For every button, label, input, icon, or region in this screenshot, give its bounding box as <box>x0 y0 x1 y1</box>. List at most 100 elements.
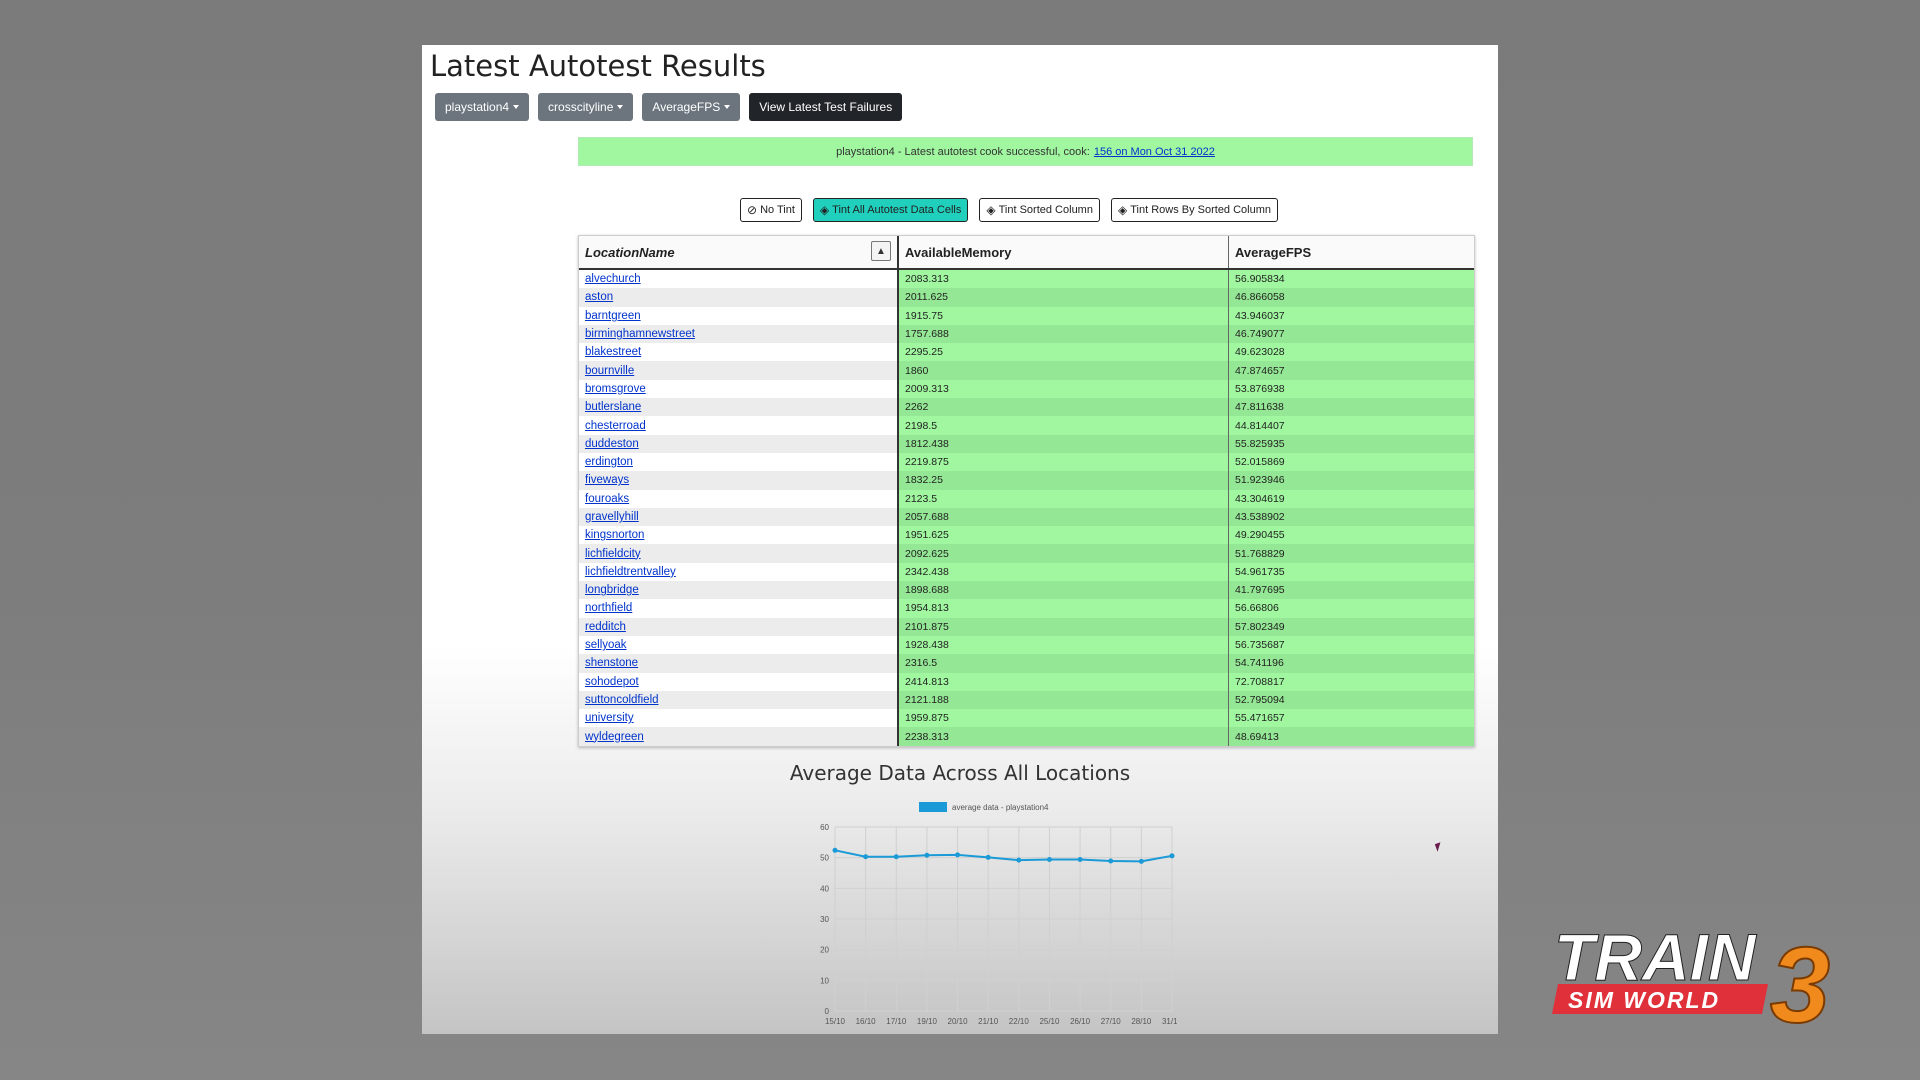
toolbar: playstation4 crosscityline AverageFPS Vi… <box>435 93 903 121</box>
tint-sorted-button[interactable]: ◈ Tint Sorted Column <box>979 198 1100 222</box>
tint-all-button[interactable]: ◈ Tint All Autotest Data Cells <box>812 198 969 222</box>
location-link[interactable]: bromsgrove <box>585 383 646 395</box>
legend-label: average data - playstation4 <box>952 803 1049 812</box>
x-tick-label: 27/10 <box>1101 1017 1122 1026</box>
location-cell: wyldegreen <box>579 727 899 746</box>
fps-cell: 54.741196 <box>1229 654 1474 673</box>
location-link[interactable]: barntgreen <box>585 310 641 322</box>
column-header-locationname[interactable]: LocationName ▲ <box>579 236 899 268</box>
location-link[interactable]: wyldegreen <box>585 731 644 743</box>
data-point <box>1046 857 1052 863</box>
column-header-availablememory[interactable]: AvailableMemory <box>899 236 1229 268</box>
sort-ascending-icon[interactable]: ▲ <box>871 241 891 261</box>
location-link[interactable]: sellyoak <box>585 639 627 651</box>
table-row: suttoncoldfield 2121.188 52.795094 <box>579 690 1474 710</box>
location-link[interactable]: alvechurch <box>585 273 641 285</box>
location-link[interactable]: fouroaks <box>585 493 629 505</box>
caret-down-icon <box>513 105 520 109</box>
location-cell: bournville <box>579 361 899 380</box>
table-header: LocationName ▲ AvailableMemory AverageFP… <box>579 236 1474 270</box>
location-cell: fiveways <box>579 471 899 490</box>
location-cell: sohodepot <box>579 672 899 691</box>
y-tick-label: 30 <box>820 915 829 924</box>
no-tint-button[interactable]: ⊘ No Tint <box>740 198 802 222</box>
location-link[interactable]: duddeston <box>585 438 639 450</box>
fps-cell: 47.874657 <box>1229 361 1474 380</box>
fps-cell: 43.304619 <box>1229 489 1474 508</box>
location-link[interactable]: butlerslane <box>585 401 641 413</box>
location-link[interactable]: fiveways <box>585 474 629 486</box>
location-link[interactable]: birminghamnewstreet <box>585 328 695 340</box>
fps-cell: 57.802349 <box>1229 617 1474 636</box>
location-link[interactable]: suttoncoldfield <box>585 694 659 706</box>
fps-cell: 43.538902 <box>1229 507 1474 527</box>
location-link[interactable]: redditch <box>585 621 626 633</box>
x-tick-label: 19/10 <box>917 1017 938 1026</box>
table-row: blakestreet 2295.25 49.623028 <box>579 343 1474 362</box>
y-tick-label: 60 <box>820 823 829 832</box>
route-dropdown[interactable]: crosscityline <box>538 93 634 121</box>
caret-down-icon <box>724 105 731 109</box>
table-row: fouroaks 2123.5 43.304619 <box>579 489 1474 508</box>
location-link[interactable]: aston <box>585 291 613 303</box>
chart-title: Average Data Across All Locations <box>789 761 1131 785</box>
location-link[interactable]: blakestreet <box>585 346 641 358</box>
cook-link[interactable]: 156 on Mon Oct 31 2022 <box>1094 146 1215 158</box>
route-label: crosscityline <box>548 100 614 114</box>
table-row: longbridge 1898.688 41.797695 <box>579 581 1474 600</box>
location-cell: barntgreen <box>579 306 899 325</box>
location-link[interactable]: kingsnorton <box>585 529 644 541</box>
fps-cell: 72.708817 <box>1229 672 1474 691</box>
metric-label: AverageFPS <box>652 100 721 114</box>
tint-rows-button[interactable]: ◈ Tint Rows By Sorted Column <box>1110 198 1279 222</box>
tint-rows-label: Tint Rows By Sorted Column <box>1130 204 1272 216</box>
table-row: bournville 1860 47.874657 <box>579 361 1474 380</box>
x-tick-label: 28/10 <box>1131 1017 1152 1026</box>
status-banner: playstation4 - Latest autotest cook succ… <box>578 137 1473 166</box>
location-link[interactable]: lichfieldcity <box>585 548 641 560</box>
y-tick-label: 20 <box>820 946 829 955</box>
svg-text:TRAIN: TRAIN <box>1554 922 1757 994</box>
platform-label: playstation4 <box>445 100 510 114</box>
memory-cell: 1757.688 <box>899 324 1229 344</box>
location-link[interactable]: longbridge <box>585 584 639 596</box>
metric-dropdown[interactable]: AverageFPS <box>642 93 741 121</box>
location-link[interactable]: university <box>585 712 634 724</box>
memory-cell: 2011.625 <box>899 288 1229 307</box>
memory-cell: 2262 <box>899 398 1229 417</box>
svg-text:SIM WORLD: SIM WORLD <box>1568 987 1720 1013</box>
platform-dropdown[interactable]: playstation4 <box>435 93 530 121</box>
data-point <box>1016 857 1022 863</box>
table-row: lichfieldcity 2092.625 51.768829 <box>579 544 1474 563</box>
memory-cell: 2092.625 <box>899 544 1229 563</box>
view-failures-button[interactable]: View Latest Test Failures <box>749 93 903 121</box>
fps-cell: 52.795094 <box>1229 690 1474 710</box>
column-header-averagefps[interactable]: AverageFPS <box>1229 236 1474 268</box>
location-link[interactable]: shenstone <box>585 657 638 669</box>
fps-cell: 47.811638 <box>1229 398 1474 417</box>
data-point <box>832 847 838 853</box>
memory-cell: 2414.813 <box>899 672 1229 691</box>
memory-cell: 2101.875 <box>899 617 1229 636</box>
data-point <box>1077 857 1083 863</box>
page-container: Latest Autotest Results playstation4 cro… <box>422 45 1498 1034</box>
memory-cell: 1954.813 <box>899 599 1229 618</box>
location-link[interactable]: sohodepot <box>585 676 639 688</box>
y-tick-label: 0 <box>825 1007 830 1016</box>
table-row: aston 2011.625 46.866058 <box>579 288 1474 307</box>
location-link[interactable]: gravellyhill <box>585 511 639 523</box>
location-link[interactable]: erdington <box>585 456 633 468</box>
x-tick-label: 26/10 <box>1070 1017 1091 1026</box>
data-point <box>955 852 961 858</box>
location-link[interactable]: lichfieldtrentvalley <box>585 566 676 578</box>
fps-cell: 55.471657 <box>1229 709 1474 728</box>
location-link[interactable]: northfield <box>585 602 632 614</box>
memory-cell: 2121.188 <box>899 690 1229 710</box>
fps-cell: 52.015869 <box>1229 452 1474 472</box>
x-tick-label: 21/10 <box>978 1017 999 1026</box>
location-link[interactable]: chesterroad <box>585 420 646 432</box>
table-row: birminghamnewstreet 1757.688 46.749077 <box>579 324 1474 344</box>
table-row: wyldegreen 2238.313 48.69413 <box>579 727 1474 746</box>
table-row: sellyoak 1928.438 56.735687 <box>579 635 1474 655</box>
location-link[interactable]: bournville <box>585 365 634 377</box>
